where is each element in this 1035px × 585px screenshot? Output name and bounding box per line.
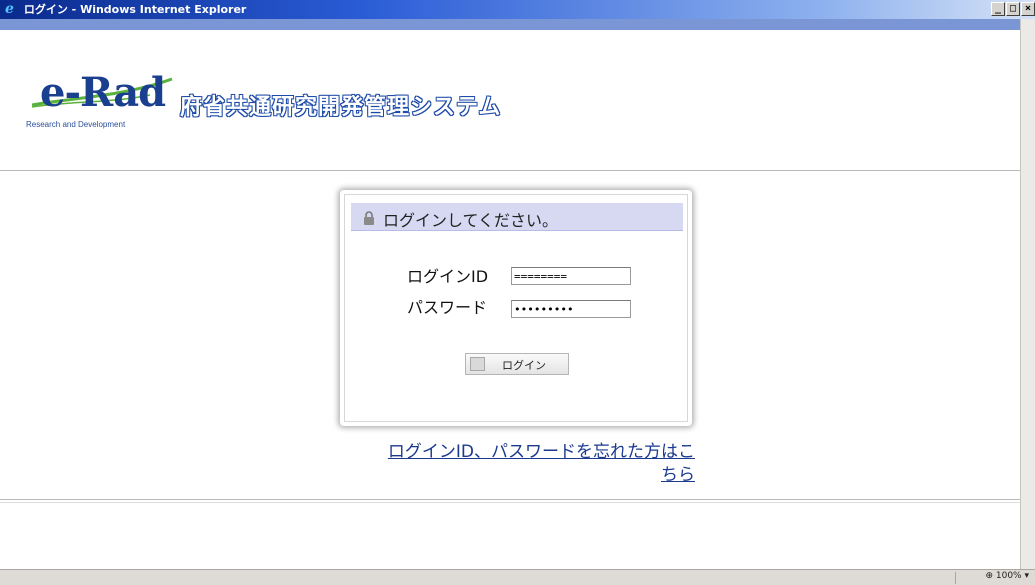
login-id-input[interactable] bbox=[511, 267, 631, 285]
maximize-button[interactable]: □ bbox=[1006, 2, 1020, 16]
password-label: パスワード bbox=[407, 298, 488, 317]
forgot-link-line2[interactable]: ちら bbox=[350, 464, 695, 487]
forgot-credentials-link[interactable]: ログインID、パスワードを忘れた方はこ ちら bbox=[350, 441, 695, 487]
zoom-level: 100% bbox=[995, 571, 1022, 581]
login-title: ログインしてください。 bbox=[383, 211, 559, 230]
login-id-label: ログインID bbox=[407, 267, 489, 286]
page-header: e-Rad Research and Development 府省共通研究開発管… bbox=[0, 47, 1020, 171]
login-button[interactable]: ログイン bbox=[465, 353, 569, 375]
window-titlebar: e ログイン - Windows Internet Explorer _ □ × bbox=[0, 0, 1035, 19]
chevron-down-icon: ▾ bbox=[1021, 571, 1029, 581]
login-header: ログインしてください。 bbox=[351, 203, 683, 231]
ie-icon: e bbox=[5, 1, 14, 15]
close-button[interactable]: × bbox=[1021, 2, 1035, 16]
zoom-icon: ⊕ bbox=[985, 571, 996, 581]
lock-icon bbox=[364, 211, 374, 225]
window-controls: _ □ × bbox=[990, 2, 1035, 17]
login-box: ログインしてください。 ログインID パスワード ログイン bbox=[344, 194, 688, 422]
svg-text:e: e bbox=[5, 1, 14, 15]
footer-divider-light bbox=[0, 502, 1020, 503]
vertical-scrollbar[interactable] bbox=[1020, 19, 1035, 569]
logo-subtitle: Research and Development bbox=[26, 120, 126, 129]
status-separator bbox=[955, 572, 956, 584]
login-arrow-icon bbox=[470, 357, 485, 371]
login-button-label: ログイン bbox=[502, 359, 546, 372]
minimize-button[interactable]: _ bbox=[991, 2, 1005, 16]
erad-logo: e-Rad bbox=[40, 69, 166, 116]
forgot-link-line1[interactable]: ログインID、パスワードを忘れた方はこ bbox=[350, 441, 695, 464]
window-title: ログイン - Windows Internet Explorer bbox=[23, 3, 247, 16]
page-top-area bbox=[0, 30, 1020, 47]
status-bar: ⊕ 100% ▾ bbox=[0, 569, 1035, 585]
footer-divider bbox=[0, 499, 1020, 500]
zoom-control[interactable]: ⊕ 100% ▾ bbox=[985, 571, 1029, 581]
system-name: 府省共通研究開発管理システム bbox=[179, 94, 502, 120]
password-input[interactable] bbox=[511, 300, 631, 318]
